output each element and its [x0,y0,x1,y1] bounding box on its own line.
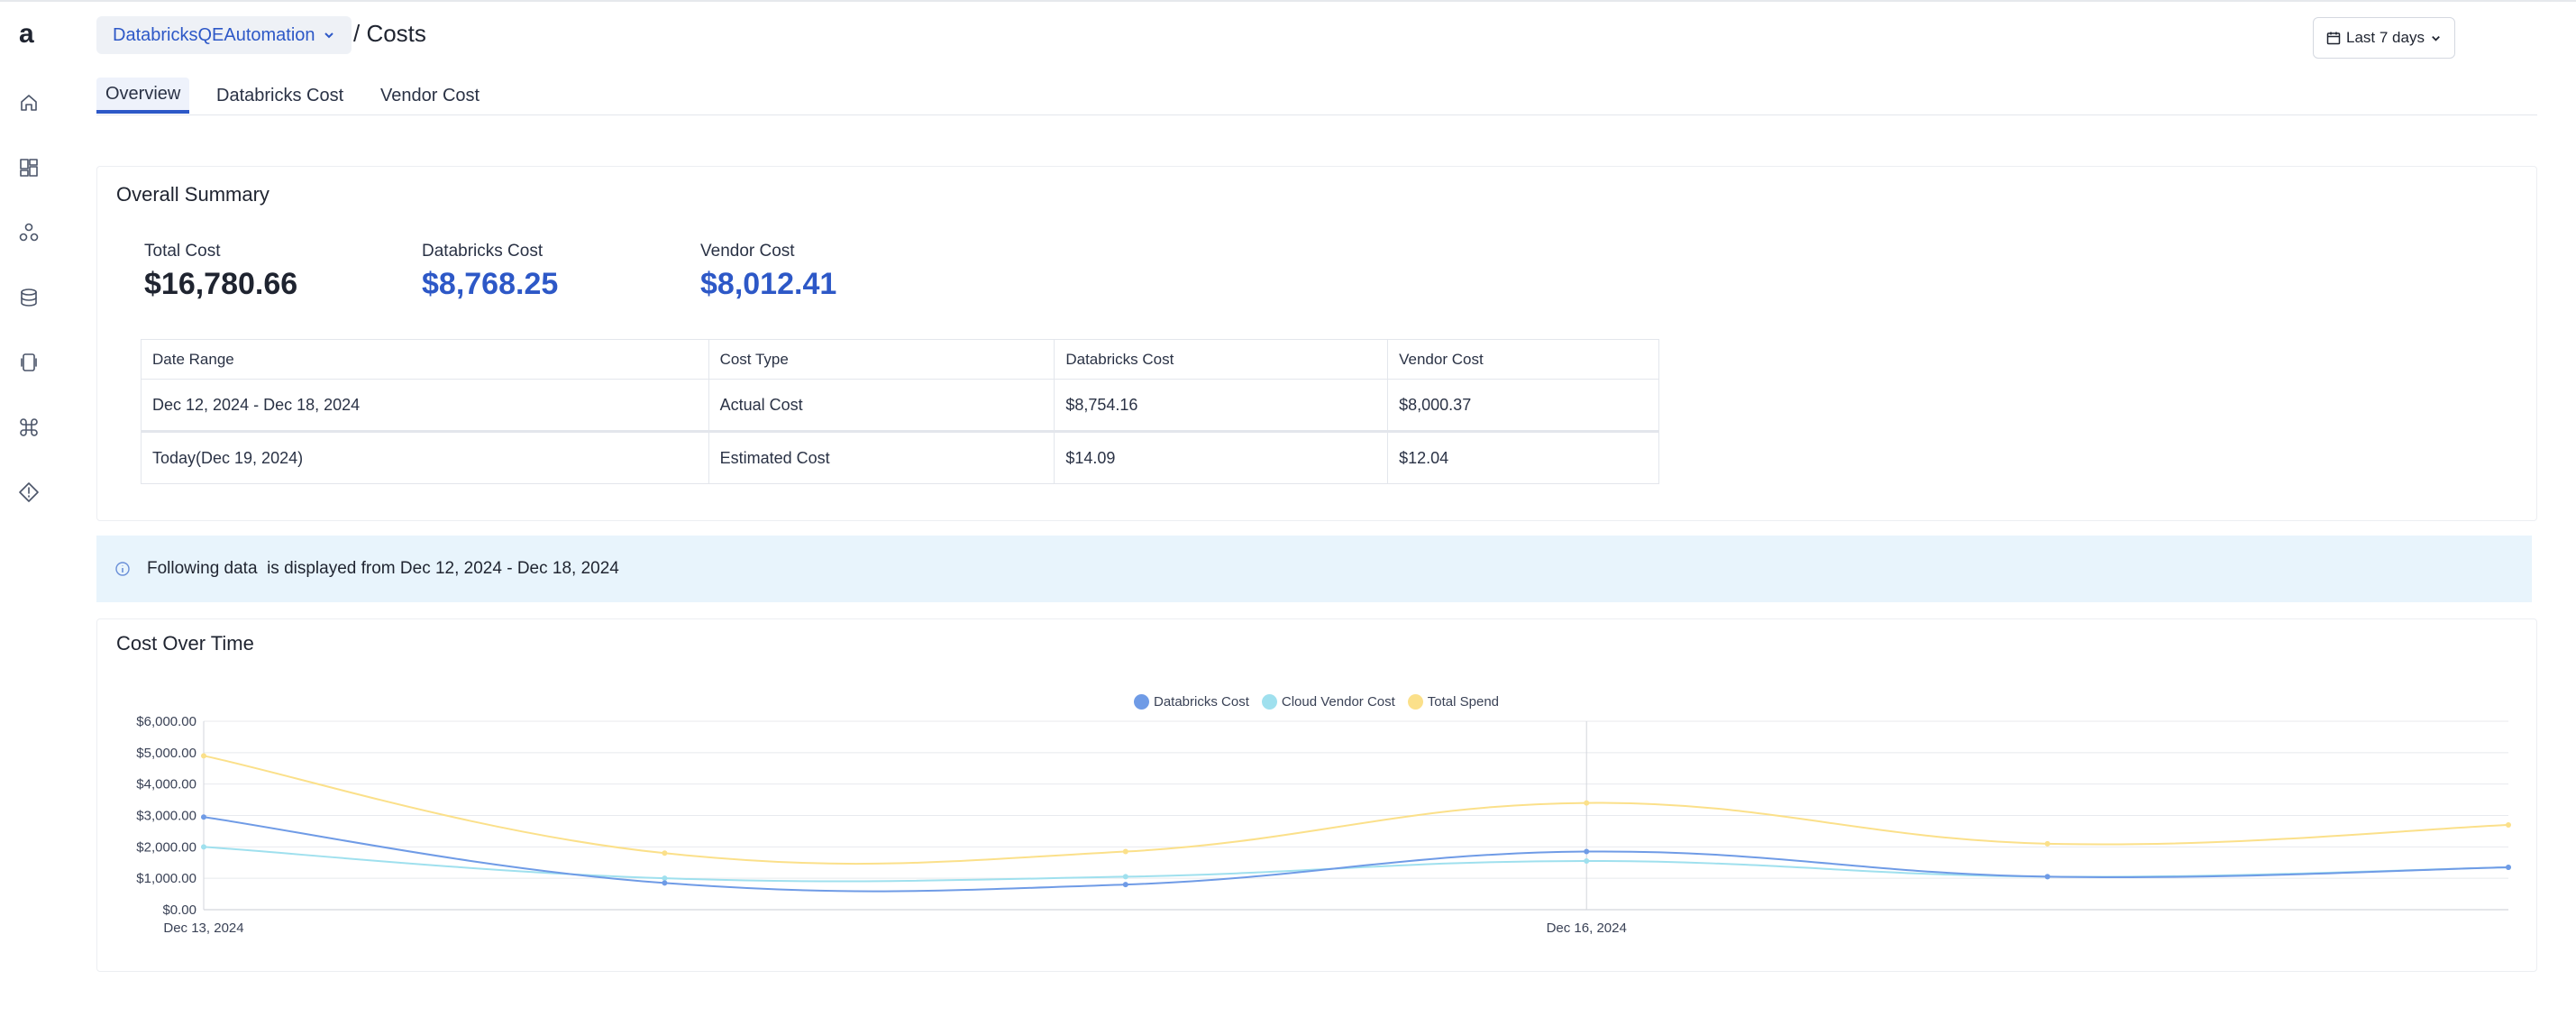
command-icon[interactable] [14,413,43,442]
column-header-date-range: Date Range [141,339,709,380]
x-tick-label: Dec 16, 2024 [1547,921,1627,936]
kpi-vendor-label: Vendor Cost [700,242,795,261]
cell-date-range: Today(Dec 19, 2024) [141,430,709,484]
series-line-cloud-vendor-cost [203,846,2509,883]
workspace-name: DatabricksQEAutomation [113,24,315,45]
y-tick-label: $3,000.00 [136,809,196,824]
column-header-vendor-cost: Vendor Cost [1387,339,1659,380]
data-point-total-spend [1584,800,1590,806]
y-tick-label: $6,000.00 [136,714,196,729]
cell-date-range: Dec 12, 2024 - Dec 18, 2024 [141,379,709,432]
y-tick-label: $2,000.00 [136,839,196,855]
column-header-databricks-cost: Databricks Cost [1054,339,1389,380]
summary-title: Overall Summary [116,183,269,206]
device-icon[interactable] [14,348,43,377]
data-point-databricks-cost [1122,882,1128,888]
data-point-cloud-vendor-cost [1584,858,1590,865]
data-point-databricks-cost [2506,864,2511,870]
calendar-icon [2326,32,2341,45]
date-range-label: Last 7 days [2346,29,2425,46]
x-tick-label: Dec 13, 2024 [163,921,243,936]
svg-text:a: a [19,20,34,47]
kpi-total-label: Total Cost [144,242,221,261]
tab-bar: Overview Databricks Cost Vendor Cost [96,78,2537,115]
cost-over-time-chart: $0.00 $1,000.00 $2,000.00 $3,000.00 $4,000.0… [136,714,2511,936]
workspace-select[interactable]: DatabricksQEAutomation [96,16,352,54]
kpi-total-value: $16,780.66 [144,267,298,301]
top-border [0,0,2576,2]
info-icon [115,562,130,576]
cell-vendor-cost: $12.04 [1387,430,1659,484]
cell-vendor-cost: $8,000.37 [1387,379,1659,432]
dashboard-icon[interactable] [14,153,43,182]
data-point-cloud-vendor-cost [201,844,206,850]
cell-cost-type: Actual Cost [708,379,1055,432]
cell-cost-type: Estimated Cost [708,430,1055,484]
kpi-databricks-label: Databricks Cost [422,242,544,261]
cell-databricks-cost: $8,754.16 [1054,379,1389,432]
data-point-total-spend [201,753,206,759]
page-title: / Costs [353,20,426,47]
data-point-databricks-cost [1584,848,1590,855]
column-header-cost-type: Cost Type [708,339,1055,380]
clusters-icon[interactable] [14,218,43,247]
y-tick-label: $0.00 [162,902,196,918]
data-point-cloud-vendor-cost [662,875,668,882]
y-tick-label: $5,000.00 [136,746,196,761]
chevron-down-icon [324,32,333,39]
data-point-databricks-cost [2044,874,2051,880]
table-row: Dec 12, 2024 - Dec 18, 2024 Actual Cost … [141,379,1659,432]
info-text: Following data is displayed from Dec 12,… [147,559,619,578]
tab-vendor-cost[interactable]: Vendor Cost [380,78,480,114]
y-tick-label: $4,000.00 [136,777,196,792]
data-point-databricks-cost [201,814,206,820]
data-point-total-spend [2506,821,2511,828]
date-range-button[interactable]: Last 7 days [2313,17,2455,59]
table-header-row: Date Range Cost Type Databricks Cost Ven… [141,339,1659,380]
table-row: Today(Dec 19, 2024) Estimated Cost $14.0… [141,430,1659,484]
kpi-vendor-value: $8,012.41 [700,267,837,301]
series-line-total-spend [203,755,2509,866]
kpi-databricks-value: $8,768.25 [422,267,559,301]
data-point-databricks-cost [662,880,668,886]
tab-databricks-cost[interactable]: Databricks Cost [216,78,343,114]
series-line-databricks-cost [203,816,2509,893]
data-point-total-spend [1122,848,1128,855]
database-icon[interactable] [14,283,43,312]
app-logo[interactable]: a [16,20,41,47]
chevron-down-icon [2432,35,2440,41]
sidebar: a [0,2,58,1035]
chart-title: Cost Over Time [116,632,254,655]
tab-overview[interactable]: Overview [96,78,190,114]
cell-databricks-cost: $14.09 [1054,430,1389,484]
summary-table: Date Range Cost Type Databricks Cost Ven… [141,339,1659,484]
data-point-cloud-vendor-cost [1122,874,1128,880]
y-tick-label: $1,000.00 [136,871,196,886]
home-icon[interactable] [14,88,43,117]
alert-icon[interactable] [14,478,43,507]
data-point-total-spend [662,850,668,856]
data-point-total-spend [2044,840,2051,847]
info-banner: Following data is displayed from Dec 12,… [96,536,2532,602]
